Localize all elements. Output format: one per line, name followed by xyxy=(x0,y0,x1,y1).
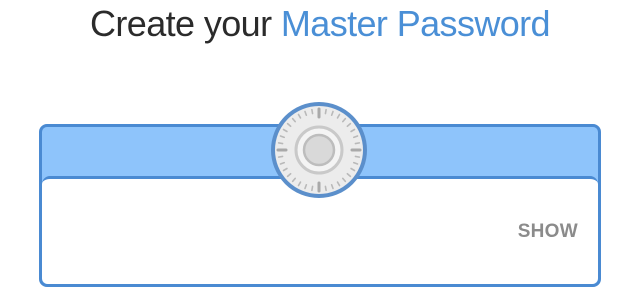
page-title-prefix: Create your xyxy=(90,3,281,44)
dial-tick xyxy=(324,108,327,115)
dial-tick xyxy=(311,108,314,115)
create-master-password-screen: Create your Master Password SHOW xyxy=(0,0,640,294)
show-password-button[interactable]: SHOW xyxy=(518,221,578,243)
dial-tick xyxy=(277,142,284,145)
dial-tick xyxy=(311,185,314,192)
vault-dial-icon xyxy=(271,102,367,198)
dial-tick xyxy=(354,142,361,145)
dial-tick xyxy=(354,155,361,158)
dial-tick xyxy=(277,155,284,158)
dial-tick xyxy=(324,185,327,192)
master-password-input[interactable] xyxy=(52,207,496,253)
page-title: Create your Master Password xyxy=(0,2,640,46)
page-title-accent: Master Password xyxy=(280,3,551,44)
